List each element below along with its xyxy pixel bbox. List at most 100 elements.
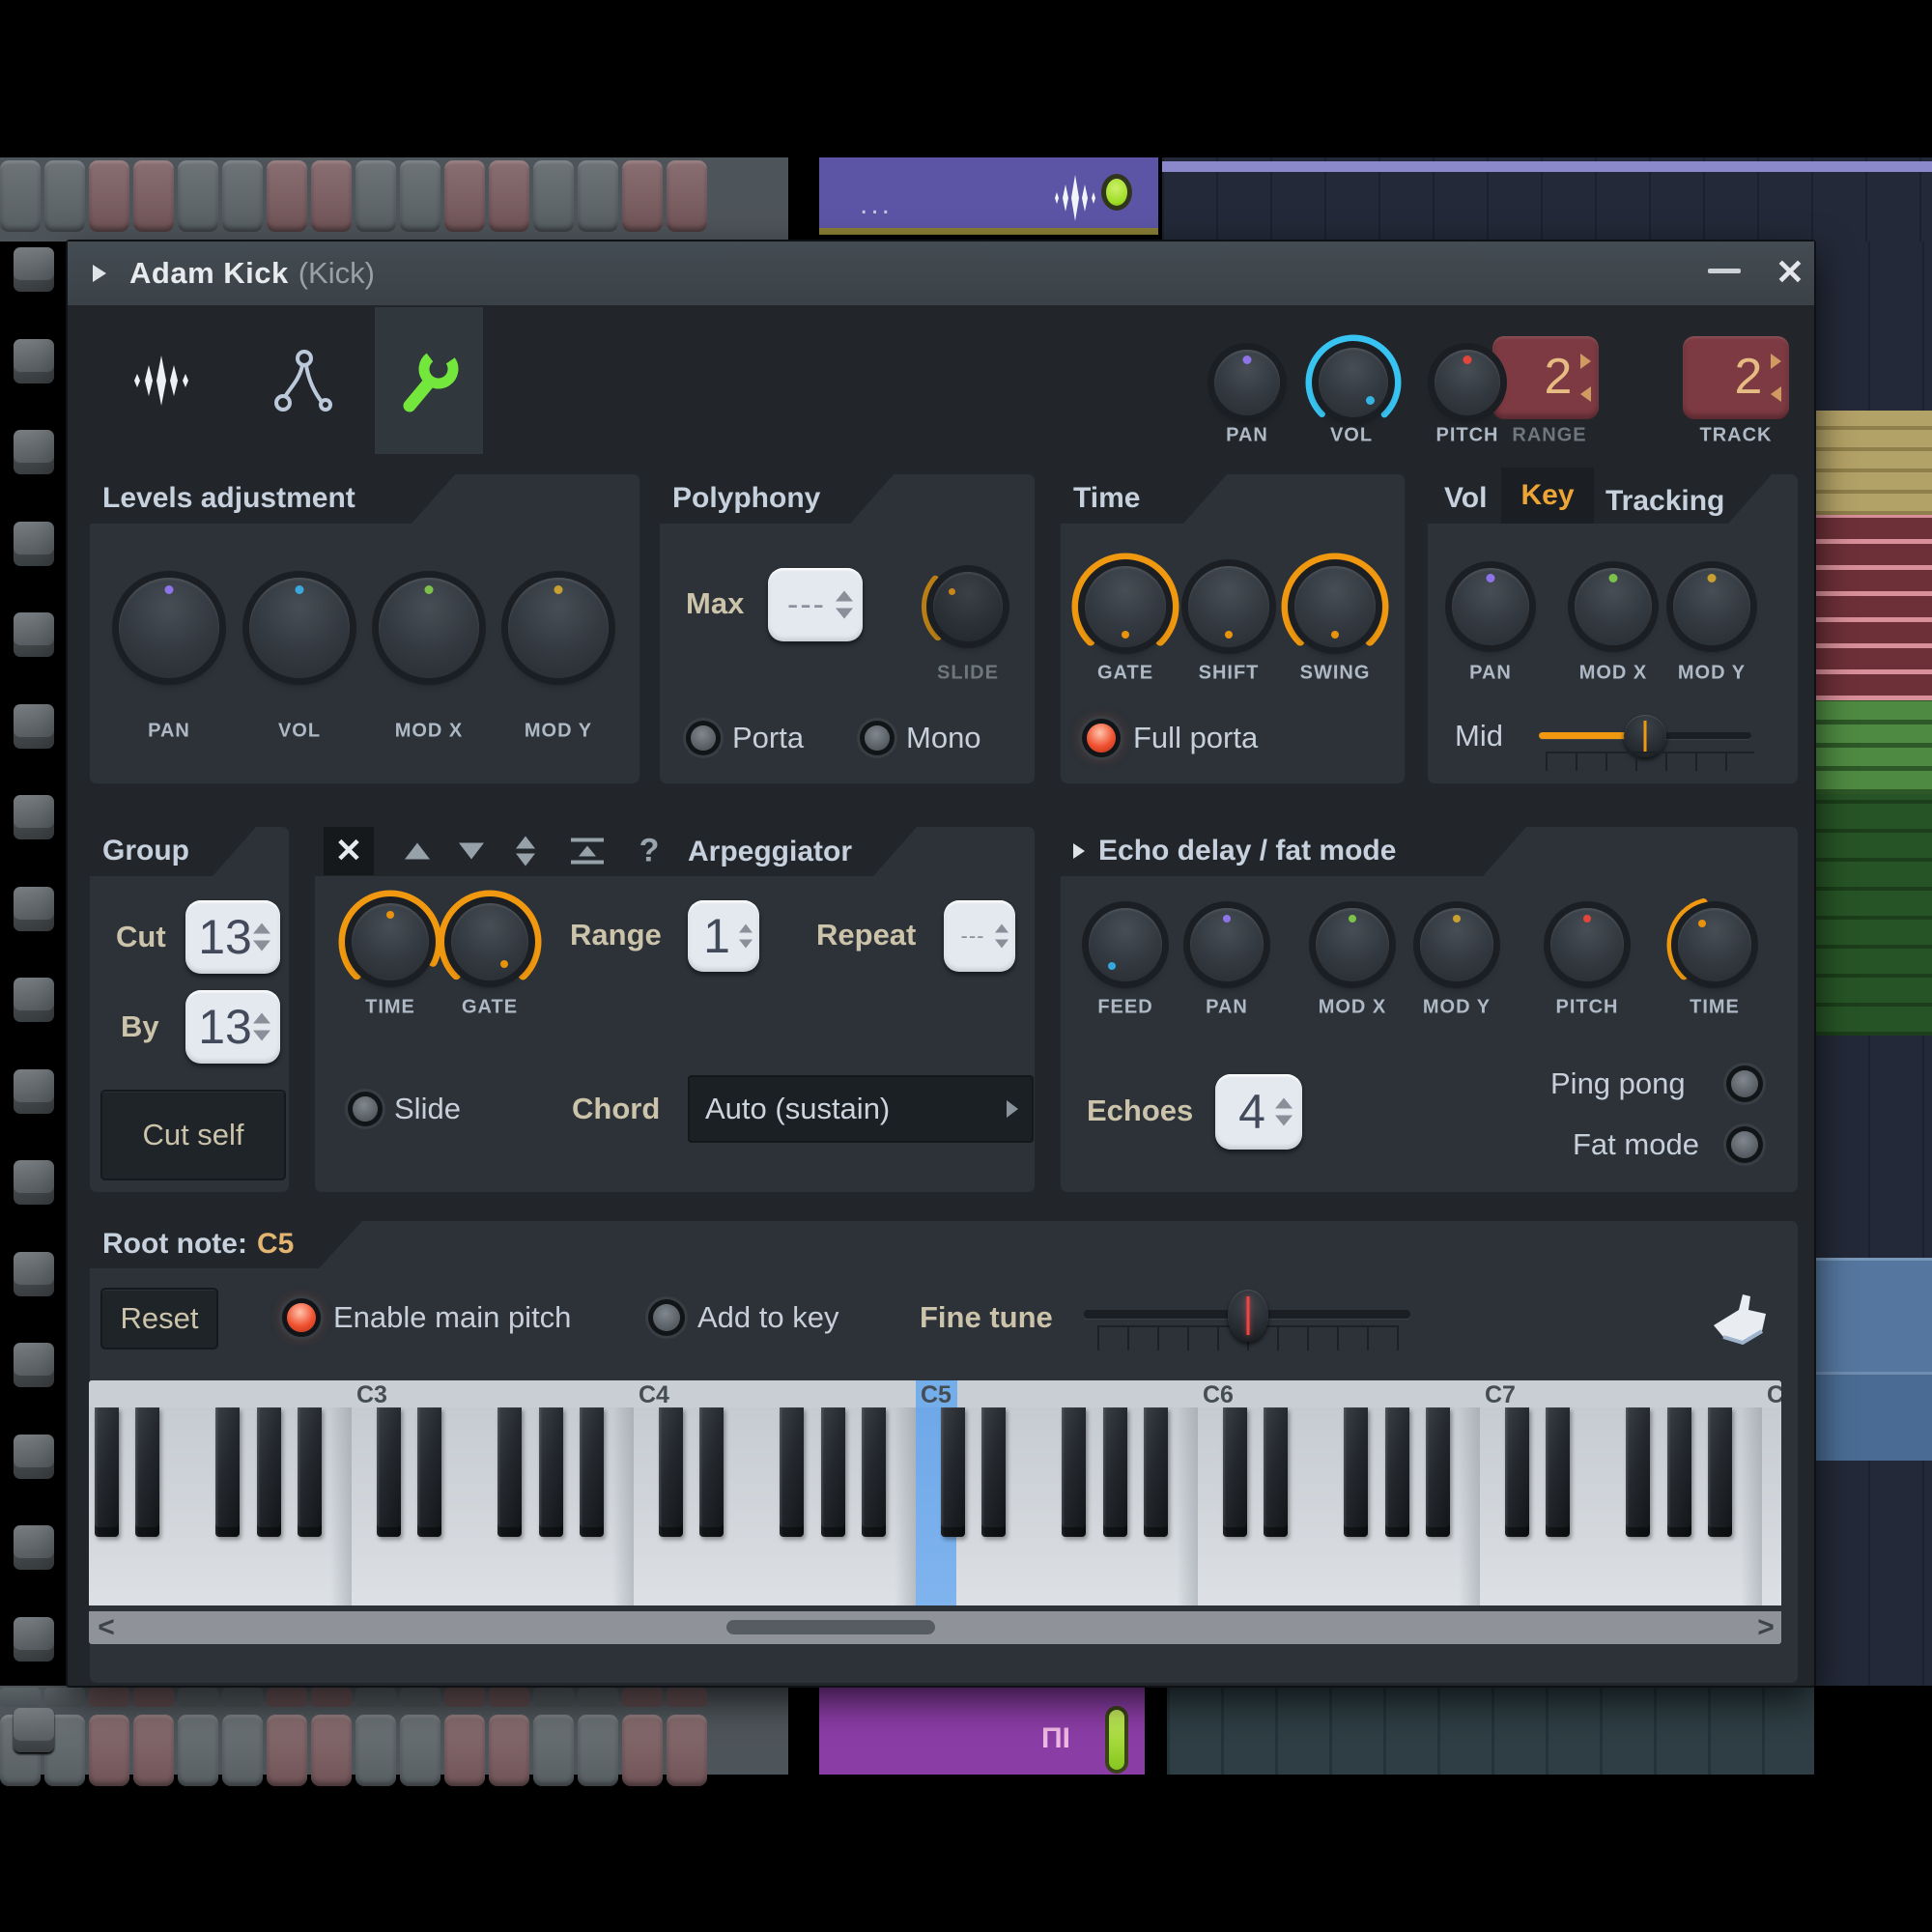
levels-modx-knob[interactable]: [379, 578, 479, 678]
step-button-top[interactable]: [667, 1688, 707, 1707]
keyboard-scrollbar[interactable]: < >: [89, 1611, 1781, 1644]
fat-mode-led[interactable]: [1731, 1131, 1758, 1158]
track-inc-icon[interactable]: [1771, 354, 1781, 369]
black-key[interactable]: [862, 1407, 886, 1537]
main-vol-knob[interactable]: [1319, 348, 1388, 417]
full-porta-led[interactable]: [1087, 724, 1116, 753]
step-button[interactable]: [89, 160, 129, 232]
echo-pitch-knob[interactable]: [1550, 908, 1624, 981]
arp-chord-dropdown[interactable]: Auto (sustain): [688, 1075, 1034, 1143]
arp-off-button[interactable]: ✕: [324, 827, 374, 875]
step-button-top[interactable]: [622, 1688, 663, 1707]
playlist-clip-purple-top[interactable]: ...: [819, 157, 1158, 235]
black-key[interactable]: [1344, 1407, 1368, 1537]
channel-menu-arrow-icon[interactable]: [93, 265, 106, 282]
playlist-clip-darkgreen[interactable]: [1814, 794, 1932, 1036]
echo-mody-knob[interactable]: [1420, 908, 1493, 981]
step-button-top[interactable]: [311, 1688, 352, 1707]
black-key[interactable]: [377, 1407, 401, 1537]
scroll-left-icon[interactable]: <: [98, 1611, 115, 1644]
arp-slide-led[interactable]: [353, 1096, 378, 1122]
black-key[interactable]: [1546, 1407, 1570, 1537]
step-button[interactable]: [133, 160, 174, 232]
levels-mody-knob[interactable]: [508, 578, 609, 678]
time-swing-knob[interactable]: [1294, 566, 1376, 647]
clip-mute-led[interactable]: [1106, 179, 1127, 206]
step-button[interactable]: [133, 1715, 174, 1786]
black-key[interactable]: [1062, 1407, 1086, 1537]
black-key[interactable]: [257, 1407, 281, 1537]
playlist-clip-purple-bottom[interactable]: ΠΙ: [819, 1686, 1145, 1775]
black-key[interactable]: [1264, 1407, 1288, 1537]
playlist-clip-maroon[interactable]: [1814, 515, 1932, 700]
black-key[interactable]: [941, 1407, 965, 1537]
step-button[interactable]: [578, 160, 618, 232]
add-to-key-led[interactable]: [653, 1304, 680, 1331]
step-button-top[interactable]: [400, 1688, 440, 1707]
tracking-tab-tracking[interactable]: Tracking: [1605, 485, 1724, 518]
drag-to-piano-hand-icon[interactable]: [1710, 1293, 1770, 1347]
enable-main-pitch-led[interactable]: [287, 1303, 316, 1332]
step-button[interactable]: [355, 160, 396, 232]
step-button[interactable]: [489, 160, 529, 232]
time-gate-knob[interactable]: [1085, 566, 1166, 647]
mono-led[interactable]: [865, 725, 890, 751]
black-key[interactable]: [1223, 1407, 1247, 1537]
black-key[interactable]: [981, 1407, 1006, 1537]
echo-pan-knob[interactable]: [1190, 908, 1264, 981]
playlist-clip-blue2[interactable]: [1814, 1372, 1932, 1461]
step-button-top[interactable]: [355, 1688, 396, 1707]
white-key[interactable]: [1762, 1407, 1781, 1605]
step-button-top[interactable]: [489, 1688, 529, 1707]
black-key[interactable]: [298, 1407, 322, 1537]
step-button[interactable]: [622, 1715, 663, 1786]
time-shift-knob[interactable]: [1188, 566, 1269, 647]
arp-sticky-icon[interactable]: [571, 838, 604, 865]
tracking-pan-knob[interactable]: [1452, 568, 1529, 645]
polyphony-slide-knob[interactable]: [933, 572, 1003, 641]
black-key[interactable]: [1426, 1407, 1450, 1537]
black-key[interactable]: [780, 1407, 804, 1537]
playlist-clip-blue[interactable]: [1814, 1258, 1932, 1372]
step-button-top[interactable]: [267, 1688, 307, 1707]
tab-envelope[interactable]: [232, 307, 375, 454]
black-key[interactable]: [135, 1407, 159, 1537]
piano-keyboard[interactable]: 2C3C4C5C6C7C: [89, 1380, 1781, 1605]
fine-tune-handle[interactable]: [1228, 1290, 1268, 1342]
step-button-top[interactable]: [89, 1688, 129, 1707]
tab-misc-functions[interactable]: [375, 307, 483, 454]
step-button[interactable]: [178, 1715, 218, 1786]
step-button[interactable]: [355, 1715, 396, 1786]
main-pitch-knob[interactable]: [1435, 350, 1500, 415]
close-button[interactable]: ✕: [1766, 242, 1814, 303]
step-button-top[interactable]: [44, 1688, 85, 1707]
step-button[interactable]: [622, 160, 663, 232]
black-key[interactable]: [417, 1407, 441, 1537]
clip-mute-led[interactable]: [1109, 1710, 1124, 1770]
tab-sample[interactable]: [89, 307, 232, 454]
arp-help-icon[interactable]: ?: [639, 833, 660, 870]
black-key[interactable]: [1708, 1407, 1732, 1537]
range-dec-icon[interactable]: [1580, 386, 1591, 402]
levels-vol-knob[interactable]: [249, 578, 350, 678]
black-key[interactable]: [659, 1407, 683, 1537]
step-button[interactable]: [311, 1715, 352, 1786]
minimize-button[interactable]: [1708, 269, 1741, 273]
black-key[interactable]: [1667, 1407, 1691, 1537]
black-key[interactable]: [215, 1407, 240, 1537]
arp-time-knob[interactable]: [352, 903, 429, 980]
step-button[interactable]: [578, 1715, 618, 1786]
porta-led[interactable]: [691, 725, 716, 751]
group-by-spinner[interactable]: 13: [185, 990, 280, 1064]
arp-range-spinner[interactable]: 1: [688, 900, 759, 972]
pitch-range-box[interactable]: 2: [1492, 336, 1599, 419]
step-button-top[interactable]: [133, 1688, 174, 1707]
playlist-clip-green[interactable]: [1814, 700, 1932, 794]
step-button[interactable]: [444, 1715, 485, 1786]
scroll-right-icon[interactable]: >: [1757, 1611, 1775, 1644]
tracking-tab-key[interactable]: Key: [1501, 468, 1594, 524]
step-button[interactable]: [667, 1715, 707, 1786]
echoes-spinner[interactable]: 4: [1215, 1074, 1302, 1150]
step-button[interactable]: [0, 160, 41, 232]
step-button-top[interactable]: [533, 1688, 574, 1707]
